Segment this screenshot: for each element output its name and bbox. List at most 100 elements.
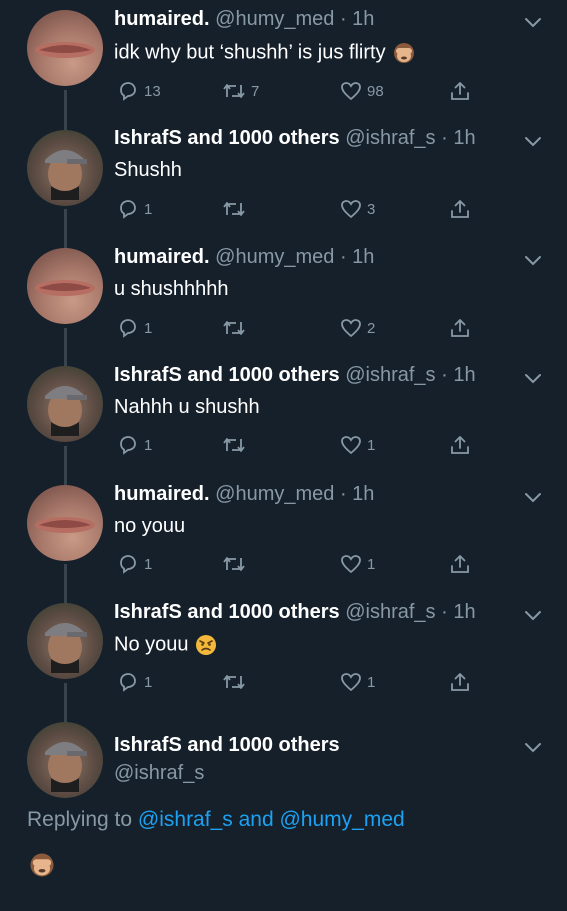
chevron-down-icon[interactable] [522, 736, 544, 758]
share-icon [451, 200, 469, 218]
avatar[interactable] [27, 485, 103, 561]
share-button[interactable] [448, 431, 472, 459]
avatar-photo [45, 623, 87, 673]
like-button[interactable]: 2 [339, 314, 375, 342]
share-button[interactable] [448, 668, 472, 696]
heart-icon [341, 200, 361, 219]
heart-icon [341, 555, 361, 574]
retweet-icon [223, 675, 245, 689]
display-name[interactable]: humaired. [114, 246, 210, 268]
separator: · [435, 601, 454, 623]
timestamp[interactable]: 1h [453, 364, 475, 386]
separator: · [334, 8, 353, 30]
reply-button[interactable]: 13 [116, 77, 161, 105]
timestamp[interactable]: 1h [352, 483, 374, 505]
handle[interactable]: @humy_med [215, 246, 334, 268]
avatar[interactable] [27, 603, 103, 679]
tweet-text: Shushh [114, 159, 182, 181]
conversation-thread: humaired. @humy_med · 1h idk why but ‘sh… [0, 0, 567, 911]
handle[interactable]: @ishraf_s [114, 762, 204, 784]
retweet-icon [223, 321, 245, 335]
retweet-icon [223, 557, 245, 571]
mention-link[interactable]: @humy_med [279, 808, 404, 831]
like-button[interactable]: 1 [339, 431, 375, 459]
like-button[interactable]: 98 [339, 77, 384, 105]
share-button[interactable] [448, 550, 472, 578]
avatar[interactable] [27, 722, 103, 798]
like-count: 98 [367, 82, 384, 100]
like-count: 1 [367, 436, 376, 454]
timestamp[interactable]: 1h [352, 8, 374, 30]
reply-count: 13 [144, 82, 161, 100]
reply-button[interactable]: 1 [116, 431, 152, 459]
retweet-button[interactable] [221, 550, 251, 578]
retweet-button[interactable] [221, 195, 251, 223]
avatar-photo [35, 280, 95, 296]
handle[interactable]: @ishraf_s [345, 127, 435, 149]
retweet-button[interactable] [221, 668, 251, 696]
thread-line [64, 683, 67, 723]
retweet-icon [223, 438, 245, 452]
chevron-down-icon[interactable] [522, 11, 544, 33]
retweet-button[interactable]: 7 [221, 77, 259, 105]
reply-count: 1 [144, 319, 153, 337]
chevron-down-icon[interactable] [522, 604, 544, 626]
share-button[interactable] [448, 314, 472, 342]
timestamp[interactable]: 1h [453, 127, 475, 149]
chevron-down-icon[interactable] [522, 130, 544, 152]
avatar[interactable] [27, 248, 103, 324]
display-name[interactable]: humaired. [114, 8, 210, 30]
retweet-count: 7 [251, 82, 260, 100]
share-button[interactable] [448, 195, 472, 223]
retweet-button[interactable] [221, 431, 251, 459]
mention-connector[interactable]: and [233, 808, 280, 831]
avatar[interactable] [27, 366, 103, 442]
share-button[interactable] [448, 77, 472, 105]
like-count: 3 [367, 200, 376, 218]
see-no-evil-monkey-icon [30, 853, 54, 877]
display-name[interactable]: IshrafS and 1000 others [114, 601, 340, 623]
like-button[interactable]: 1 [339, 550, 375, 578]
display-name[interactable]: IshrafS and 1000 others [114, 734, 340, 756]
reply-button[interactable]: 1 [116, 668, 152, 696]
timestamp[interactable]: 1h [352, 246, 374, 268]
mention-link[interactable]: @ishraf_s [138, 808, 233, 831]
reply-count: 1 [144, 436, 153, 454]
like-count: 2 [367, 319, 376, 337]
display-name[interactable]: IshrafS and 1000 others [114, 364, 340, 386]
timestamp[interactable]: 1h [453, 601, 475, 623]
heart-icon [341, 436, 361, 455]
chevron-down-icon[interactable] [522, 486, 544, 508]
handle[interactable]: @humy_med [215, 8, 334, 30]
replying-prefix: Replying to [27, 808, 138, 831]
reply-icon [120, 436, 136, 455]
avatar-photo [35, 517, 95, 533]
reply-button[interactable]: 1 [116, 195, 152, 223]
thread-line [64, 564, 67, 604]
avatar-photo [35, 42, 95, 58]
reply-count: 1 [144, 200, 153, 218]
thread-line [64, 209, 67, 249]
display-name[interactable]: humaired. [114, 483, 210, 505]
tweet-text: No youu [114, 633, 189, 656]
retweet-button[interactable] [221, 314, 251, 342]
chevron-down-icon[interactable] [522, 367, 544, 389]
reply-icon [120, 82, 136, 101]
reply-button[interactable]: 1 [116, 550, 152, 578]
display-name[interactable]: IshrafS and 1000 others [114, 127, 340, 149]
reply-icon [120, 319, 136, 338]
like-button[interactable]: 1 [339, 668, 375, 696]
avatar[interactable] [27, 130, 103, 206]
handle[interactable]: @ishraf_s [345, 364, 435, 386]
chevron-down-icon[interactable] [522, 249, 544, 271]
share-icon [451, 673, 469, 691]
separator: · [435, 127, 454, 149]
reply-button[interactable]: 1 [116, 314, 152, 342]
handle[interactable]: @ishraf_s [345, 601, 435, 623]
like-button[interactable]: 3 [339, 195, 375, 223]
tweet-text: u shushhhhh [114, 278, 229, 300]
avatar[interactable] [27, 10, 103, 86]
handle[interactable]: @humy_med [215, 483, 334, 505]
thread-line [64, 446, 67, 486]
separator: · [435, 364, 454, 386]
